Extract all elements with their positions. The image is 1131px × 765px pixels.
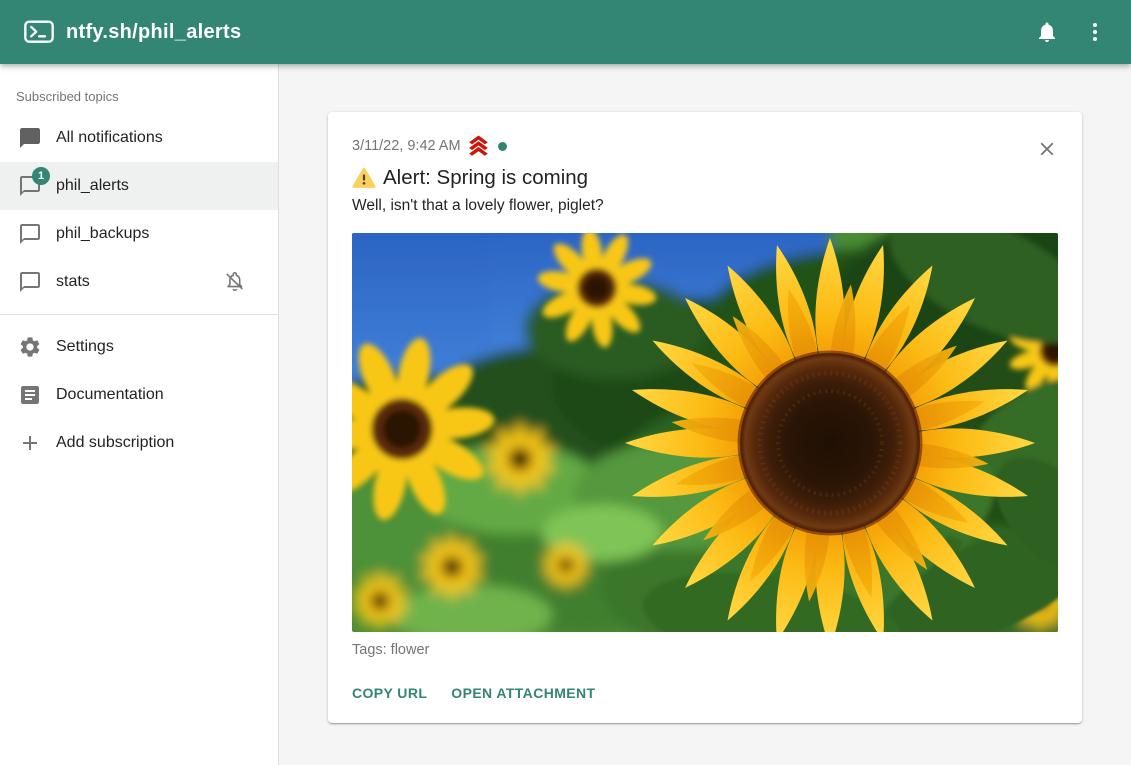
sidebar-item-settings[interactable]: Settings [0, 323, 278, 371]
unread-dot [498, 142, 507, 151]
warning-triangle-icon [352, 167, 376, 189]
notification-title: Alert: Spring is coming [352, 164, 1058, 191]
sidebar-item-add-subscription[interactable]: Add subscription [0, 419, 278, 467]
notification-title-text: Alert: Spring is coming [383, 164, 588, 191]
app-bar: ntfy.sh/phil_alerts [0, 0, 1131, 64]
kebab-menu-button[interactable] [1075, 12, 1115, 52]
sidebar-item-label: phil_backups [56, 225, 149, 243]
close-icon [1036, 138, 1058, 160]
chat-bubble-filled-icon [18, 126, 42, 150]
chat-bubble-outline-icon [18, 222, 42, 246]
notification-message: Well, isn't that a lovely flower, piglet… [352, 195, 1058, 216]
sidebar-item-documentation[interactable]: Documentation [0, 371, 278, 419]
tags-label: Tags: flower [352, 642, 1058, 658]
sidebar-divider [0, 314, 278, 315]
ntfy-terminal-logo-icon [24, 20, 54, 44]
page-title: ntfy.sh/phil_alerts [66, 21, 241, 44]
notification-meta: 3/11/22, 9:42 AM [352, 136, 1058, 156]
chat-bubble-outline-icon [18, 270, 42, 294]
notifications-off-icon [222, 270, 246, 294]
plus-icon [18, 431, 42, 455]
main-content: 3/11/22, 9:42 AM [279, 64, 1131, 765]
copy-url-button[interactable]: COPY URL [352, 677, 427, 709]
kebab-menu-icon [1083, 20, 1107, 44]
sidebar-item-stats[interactable]: stats [0, 258, 278, 306]
unread-count-badge: 1 [32, 167, 50, 185]
attachment-image[interactable] [352, 233, 1058, 632]
close-notification-button[interactable] [1034, 136, 1060, 162]
sidebar-item-label: All notifications [56, 129, 163, 147]
card-actions: COPY URL OPEN ATTACHMENT [352, 677, 1058, 709]
timestamp: 3/11/22, 9:42 AM [352, 138, 461, 154]
sidebar: Subscribed topics All notifications 1 ph… [0, 64, 279, 765]
sidebar-item-phil-alerts[interactable]: 1 phil_alerts [0, 162, 278, 210]
sidebar-item-all-notifications[interactable]: All notifications [0, 114, 278, 162]
sidebar-item-label: Settings [56, 338, 114, 356]
sidebar-item-label: phil_alerts [56, 177, 129, 195]
priority-max-chevrons-icon [467, 135, 490, 157]
subscribed-topics-label: Subscribed topics [0, 64, 278, 114]
sidebar-item-phil-backups[interactable]: phil_backups [0, 210, 278, 258]
chat-bubble-outline-icon: 1 [18, 174, 42, 198]
sidebar-item-label: stats [56, 273, 90, 291]
bell-icon [1035, 20, 1059, 44]
notification-card: 3/11/22, 9:42 AM [328, 112, 1082, 723]
article-icon [18, 383, 42, 407]
open-attachment-button[interactable]: OPEN ATTACHMENT [451, 677, 595, 709]
sidebar-item-label: Documentation [56, 386, 164, 404]
gear-icon [18, 335, 42, 359]
sidebar-item-label: Add subscription [56, 434, 174, 452]
notifications-bell-button[interactable] [1027, 12, 1067, 52]
